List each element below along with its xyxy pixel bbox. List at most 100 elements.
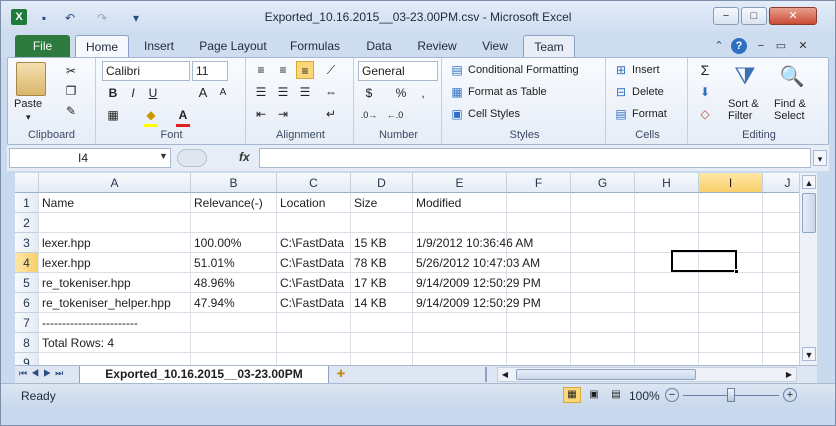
maximize-button[interactable]: □ bbox=[741, 7, 767, 25]
cell-e9[interactable] bbox=[413, 353, 573, 365]
cell-b2[interactable] bbox=[191, 213, 277, 233]
italic-button[interactable]: I bbox=[124, 84, 142, 102]
cell-b5[interactable]: 48.96% bbox=[191, 273, 277, 293]
vertical-scroll-thumb[interactable] bbox=[802, 193, 816, 233]
increase-decimal-icon[interactable]: .0→ bbox=[360, 106, 378, 124]
number-format-select[interactable]: General bbox=[358, 61, 438, 81]
format-cells-icon[interactable]: ▤ bbox=[612, 105, 630, 123]
column-header-b[interactable]: B bbox=[191, 173, 277, 193]
column-header-g[interactable]: G bbox=[571, 173, 635, 193]
column-header-a[interactable]: A bbox=[39, 173, 191, 193]
vertical-scrollbar[interactable]: ▲ ▼ bbox=[799, 173, 817, 365]
align-top-icon[interactable]: ≡ bbox=[252, 61, 270, 79]
collapse-ribbon-icon[interactable]: ⌃ bbox=[711, 38, 727, 54]
cell-a3[interactable]: lexer.hpp bbox=[39, 233, 191, 253]
format-as-table-icon[interactable]: ▦ bbox=[448, 83, 466, 101]
cell-c4[interactable]: C:\FastData bbox=[277, 253, 351, 273]
conditional-formatting-icon[interactable]: ▤ bbox=[448, 61, 466, 79]
bold-button[interactable]: B bbox=[104, 84, 122, 102]
normal-view-icon[interactable]: ▦ bbox=[563, 387, 581, 403]
insert-sheet-icon[interactable]: ✚ bbox=[333, 367, 349, 382]
cell-d1[interactable]: Size bbox=[351, 193, 413, 213]
name-box-dropdown-icon[interactable]: ▼ bbox=[159, 151, 168, 161]
sheet-navigation-icon[interactable]: ⏮◀▶⏭ bbox=[19, 368, 67, 379]
cell-b1[interactable]: Relevance(-) bbox=[191, 193, 277, 213]
borders-icon[interactable]: ▦ bbox=[104, 106, 122, 124]
wrap-text-icon[interactable]: ↵ bbox=[322, 105, 340, 123]
name-box[interactable]: I4 bbox=[9, 148, 171, 168]
close-workbook-icon[interactable]: ✕ bbox=[795, 38, 811, 54]
active-cell-cursor[interactable] bbox=[671, 250, 737, 272]
cell-e8[interactable] bbox=[413, 333, 573, 353]
find-select-label-2[interactable]: Select bbox=[774, 110, 805, 122]
column-header-c[interactable]: C bbox=[277, 173, 351, 193]
cell-styles-icon[interactable]: ▣ bbox=[448, 105, 466, 123]
copy-icon[interactable]: ❐ bbox=[62, 82, 80, 100]
cell-a2[interactable] bbox=[39, 213, 191, 233]
font-size-select[interactable]: 11 bbox=[192, 61, 228, 81]
cell-a5[interactable]: re_tokeniser.hpp bbox=[39, 273, 191, 293]
paste-button[interactable]: Paste bbox=[14, 98, 42, 110]
cell-a7[interactable]: ------------------------ bbox=[39, 313, 191, 333]
select-all-corner[interactable] bbox=[15, 173, 39, 193]
fill-color-icon[interactable]: ◆ bbox=[142, 106, 160, 124]
zoom-level[interactable]: 100% bbox=[629, 389, 660, 403]
cell-e7[interactable] bbox=[413, 313, 573, 333]
cell-c8[interactable] bbox=[277, 333, 351, 353]
align-center-icon[interactable]: ☰ bbox=[274, 83, 292, 101]
decrease-indent-icon[interactable]: ⇤ bbox=[252, 105, 270, 123]
clear-icon[interactable]: ◇ bbox=[696, 105, 714, 123]
cell-d2[interactable] bbox=[351, 213, 413, 233]
merge-center-icon[interactable]: ⇔ bbox=[322, 83, 340, 101]
autosum-button[interactable]: Σ bbox=[696, 61, 714, 79]
grow-font-button[interactable]: A bbox=[194, 84, 212, 102]
cell-e6[interactable]: 9/14/2009 12:50:29 PM bbox=[413, 293, 573, 313]
row-header-7[interactable]: 7 bbox=[15, 313, 39, 333]
format-painter-icon[interactable]: ✎ bbox=[62, 102, 80, 120]
sheet-tab[interactable]: Exported_10.16.2015__03-23.00PM bbox=[79, 366, 329, 384]
cell-b9[interactable] bbox=[191, 353, 277, 365]
formula-input[interactable] bbox=[259, 148, 811, 168]
cell-d6[interactable]: 14 KB bbox=[351, 293, 413, 313]
cell-d5[interactable]: 17 KB bbox=[351, 273, 413, 293]
cell-c3[interactable]: C:\FastData bbox=[277, 233, 351, 253]
help-icon[interactable]: ? bbox=[731, 38, 747, 54]
column-header-d[interactable]: D bbox=[351, 173, 413, 193]
cell-d3[interactable]: 15 KB bbox=[351, 233, 413, 253]
sort-filter-label-2[interactable]: Filter bbox=[728, 110, 752, 122]
cell-b8[interactable] bbox=[191, 333, 277, 353]
shrink-font-button[interactable]: A bbox=[214, 84, 232, 102]
minimize-button[interactable]: − bbox=[713, 7, 739, 25]
close-button[interactable]: ✕ bbox=[769, 7, 817, 25]
tab-page-layout[interactable]: Page Layout bbox=[193, 35, 273, 57]
tab-team[interactable]: Team bbox=[523, 35, 575, 57]
decrease-decimal-icon[interactable]: ←.0 bbox=[386, 106, 404, 124]
tab-insert[interactable]: Insert bbox=[133, 35, 185, 57]
row-header-5[interactable]: 5 bbox=[15, 273, 39, 293]
horizontal-scrollbar[interactable]: ◀ ▶ bbox=[497, 367, 797, 382]
cell-styles-button[interactable]: Cell Styles bbox=[468, 108, 520, 120]
tab-split-handle[interactable] bbox=[485, 367, 495, 382]
tab-review[interactable]: Review bbox=[409, 35, 465, 57]
cell-a4[interactable]: lexer.hpp bbox=[39, 253, 191, 273]
tab-formulas[interactable]: Formulas bbox=[283, 35, 347, 57]
row-header-6[interactable]: 6 bbox=[15, 293, 39, 313]
format-cells-button[interactable]: Format bbox=[632, 108, 667, 120]
row-header-8[interactable]: 8 bbox=[15, 333, 39, 353]
cell-c1[interactable]: Location bbox=[277, 193, 351, 213]
paste-dropdown-icon[interactable]: ▾ bbox=[26, 112, 31, 123]
restore-workbook-icon[interactable]: ▭ bbox=[773, 38, 789, 54]
sort-filter-label[interactable]: Sort & bbox=[728, 98, 759, 110]
cell-a6[interactable]: re_tokeniser_helper.hpp bbox=[39, 293, 191, 313]
align-right-icon[interactable]: ☰ bbox=[296, 83, 314, 101]
row-header-4[interactable]: 4 bbox=[15, 253, 39, 273]
cell-c6[interactable]: C:\FastData bbox=[277, 293, 351, 313]
comma-button[interactable]: , bbox=[414, 84, 432, 102]
formula-cancel-enter-icon[interactable] bbox=[177, 149, 207, 167]
zoom-in-icon[interactable]: + bbox=[783, 388, 797, 402]
page-layout-view-icon[interactable]: ▣ bbox=[585, 387, 603, 403]
cell-a9[interactable] bbox=[39, 353, 191, 365]
cell-b4[interactable]: 51.01% bbox=[191, 253, 277, 273]
cell-d8[interactable] bbox=[351, 333, 413, 353]
page-break-view-icon[interactable]: ▤ bbox=[607, 387, 625, 403]
